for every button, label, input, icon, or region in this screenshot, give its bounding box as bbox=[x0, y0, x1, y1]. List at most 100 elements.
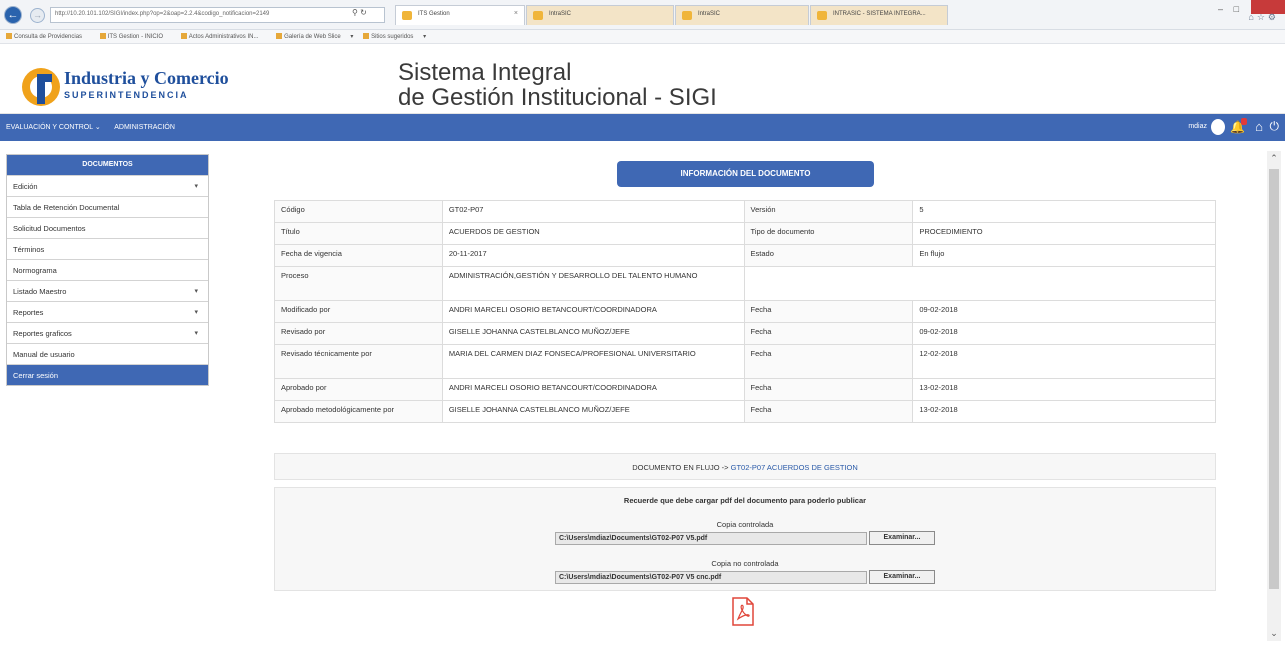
flow-status: DOCUMENTO EN FLUJO -> GT02-P07 ACUERDOS … bbox=[274, 453, 1216, 480]
tab-intrasic-1[interactable]: IntraSIC bbox=[526, 5, 674, 25]
field-value: ACUERDOS DE GESTION bbox=[441, 222, 745, 245]
document-info-button[interactable]: INFORMACIÓN DEL DOCUMENTO bbox=[617, 161, 874, 187]
field-value: 09-02-2018 bbox=[912, 322, 1216, 345]
close-icon[interactable]: × bbox=[514, 10, 518, 17]
favorite-item[interactable]: Actos Administrativos IN... bbox=[180, 33, 267, 40]
field-label: Revisado por bbox=[274, 322, 443, 345]
page-header: Industria y Comercio SUPERINTENDENCIA Si… bbox=[0, 44, 1285, 114]
field-label: Aprobado por bbox=[274, 378, 443, 401]
favorite-icon bbox=[99, 33, 106, 40]
sidebar-item-tabla-retencion[interactable]: Tabla de Retención Documental bbox=[7, 196, 208, 217]
upload-panel: Recuerde que debe cargar pdf del documen… bbox=[274, 487, 1216, 591]
field-value: 12-02-2018 bbox=[912, 344, 1216, 379]
tab-label: INTRASIC - SISTEMA INTEGRA... bbox=[833, 11, 926, 17]
power-icon[interactable]: ⏻ bbox=[1270, 119, 1280, 134]
table-row: Código GT02-P07 Versión 5 bbox=[274, 200, 1216, 223]
tab-its-gestion[interactable]: ITS Gestion × bbox=[395, 5, 525, 25]
sidebar-item-reportes[interactable]: Reportes ▾ bbox=[7, 301, 208, 322]
field-label: Fecha bbox=[743, 344, 914, 379]
username[interactable]: mdiaz bbox=[1188, 123, 1207, 130]
address-bar[interactable]: http://10.20.101.102/SIGI/index.php?op=2… bbox=[50, 7, 385, 23]
field-label: Tipo de documento bbox=[743, 222, 914, 245]
forward-button[interactable]: → bbox=[30, 8, 45, 23]
minimize-icon[interactable]: – bbox=[1218, 4, 1223, 14]
top-navbar: EVALUACIÓN Y CONTROL ⌄ ADMINISTRACIÓN md… bbox=[0, 114, 1285, 141]
sidebar-item-normograma[interactable]: Normograma bbox=[7, 259, 208, 280]
table-row: Aprobado metodológicamente por GISELLE JO… bbox=[274, 400, 1216, 423]
tab-intrasic-sistema[interactable]: INTRASIC - SISTEMA INTEGRA... bbox=[810, 5, 948, 25]
scroll-down-icon[interactable]: ⌄ bbox=[1267, 628, 1281, 639]
table-row: Modificado por ANDRI MARCELI OSORIO BETAN… bbox=[274, 300, 1216, 323]
favorite-icon bbox=[276, 33, 283, 40]
browser-titlebar: ← → http://10.20.101.102/SIGI/index.php?… bbox=[0, 0, 1285, 30]
pdf-icon[interactable] bbox=[731, 597, 755, 626]
field-label: Versión bbox=[743, 200, 914, 223]
tab-label: IntraSIC bbox=[549, 11, 572, 17]
main-menu: EVALUACIÓN Y CONTROL ⌄ ADMINISTRACIÓN bbox=[6, 123, 187, 131]
chevron-down-icon: ▾ bbox=[194, 288, 198, 295]
controlled-browse-button[interactable]: Examinar... bbox=[869, 531, 935, 545]
field-value: 13-02-2018 bbox=[912, 400, 1216, 423]
sidebar-item-solicitud-documentos[interactable]: Solicitud Documentos bbox=[7, 217, 208, 238]
field-label: Modificado por bbox=[274, 300, 443, 323]
field-value: GISELLE JOHANNA CASTELBLANCO MUÑOZ/JEFE bbox=[441, 400, 745, 423]
maximize-icon[interactable]: □ bbox=[1234, 4, 1239, 14]
uncontrolled-copy-file-input[interactable]: C:\Users\mdiaz\Documents\GT02-P07 V5 cnc… bbox=[555, 571, 867, 584]
page-scrollbar[interactable]: ⌃ ⌄ bbox=[1267, 151, 1281, 641]
favorite-item[interactable]: ITS Gestion - INICIO bbox=[99, 33, 171, 40]
sidebar-title: DOCUMENTOS bbox=[7, 155, 208, 175]
user-avatar-icon[interactable] bbox=[1211, 119, 1225, 135]
field-value: 5 bbox=[912, 200, 1216, 223]
tab-label: ITS Gestion bbox=[418, 11, 450, 17]
sidebar-item-reportes-graficos[interactable]: Reportes graficos ▾ bbox=[7, 322, 208, 343]
sidebar-item-manual-usuario[interactable]: Manual de usuario bbox=[7, 343, 208, 364]
flow-document-link[interactable]: GT02-P07 ACUERDOS DE GESTION bbox=[731, 463, 858, 472]
scroll-up-icon[interactable]: ⌃ bbox=[1267, 153, 1281, 164]
favorite-icon bbox=[363, 33, 370, 40]
table-row: Título ACUERDOS DE GESTION Tipo de documen… bbox=[274, 222, 1216, 245]
field-label: Fecha de vigencia bbox=[274, 244, 443, 267]
tab-favicon bbox=[682, 11, 692, 20]
sidebar-item-terminos[interactable]: Términos bbox=[7, 238, 208, 259]
tab-favicon bbox=[533, 11, 543, 20]
table-row: Proceso ADMINISTRACIÓN,GESTIÓN Y DESARROL… bbox=[274, 266, 1217, 301]
favorite-item[interactable]: Galería de Web Slice ▾ bbox=[276, 33, 353, 40]
field-value: GISELLE JOHANNA CASTELBLANCO MUÑOZ/JEFE bbox=[441, 322, 745, 345]
controlled-copy-label: Copia controlada bbox=[716, 520, 774, 529]
field-value: ADMINISTRACIÓN,GESTIÓN Y DESARROLLO DEL … bbox=[441, 266, 745, 301]
sic-logo-icon bbox=[22, 68, 60, 106]
tab-intrasic-2[interactable]: IntraSIC bbox=[675, 5, 809, 25]
menu-administracion[interactable]: ADMINISTRACIÓN bbox=[114, 124, 175, 131]
scrollbar-thumb[interactable] bbox=[1269, 169, 1279, 589]
favorite-icon bbox=[180, 33, 187, 40]
controlled-copy-file-input[interactable]: C:\Users\mdiaz\Documents\GT02-P07 V5.pdf bbox=[555, 532, 867, 545]
sidebar-item-listado-maestro[interactable]: Listado Maestro ▾ bbox=[7, 280, 208, 301]
search-refresh-icons[interactable]: ⚲ ↻ bbox=[352, 8, 367, 17]
favorite-item[interactable]: Consulta de Providencias bbox=[6, 33, 90, 40]
app-title: Sistema Integral de Gestión Instituciona… bbox=[398, 60, 717, 110]
table-row: Revisado por GISELLE JOHANNA CASTELBLANCO… bbox=[274, 322, 1216, 345]
chevron-down-icon: ▾ bbox=[194, 309, 198, 316]
menu-evaluacion-control[interactable]: EVALUACIÓN Y CONTROL ⌄ bbox=[6, 124, 101, 131]
table-row: Revisado técnicamente por MARIA DEL CARME… bbox=[274, 344, 1216, 379]
uncontrolled-browse-button[interactable]: Examinar... bbox=[869, 570, 935, 584]
uncontrolled-copy-label: Copia no controlada bbox=[711, 559, 779, 568]
favorite-item[interactable]: Sitios sugeridos ▾ bbox=[363, 33, 426, 40]
app-title-line1: Sistema Integral bbox=[398, 59, 572, 86]
sidebar: DOCUMENTOS Edición ▾ Tabla de Retención D… bbox=[6, 154, 209, 386]
home-icon[interactable]: ⌂ bbox=[1255, 119, 1263, 134]
table-row: Fecha de vigencia 20-11-2017 Estado En fluj… bbox=[274, 244, 1216, 267]
home-star-gear-icons[interactable]: ⌂☆⚙ bbox=[1248, 12, 1279, 23]
field-label: Estado bbox=[743, 244, 914, 267]
sidebar-item-cerrar-sesion[interactable]: Cerrar sesión bbox=[7, 364, 208, 385]
favorite-icon bbox=[6, 33, 12, 40]
back-button[interactable]: ← bbox=[4, 6, 22, 24]
flow-prefix: DOCUMENTO EN FLUJO -> bbox=[632, 463, 731, 472]
tab-favicon bbox=[817, 11, 827, 20]
field-value: En flujo bbox=[912, 244, 1216, 267]
field-value: 13-02-2018 bbox=[912, 378, 1216, 401]
chevron-down-icon: ▾ bbox=[194, 330, 198, 337]
field-value: MARIA DEL CARMEN DIAZ FONSECA/PROFESIONA… bbox=[441, 344, 745, 379]
sidebar-item-edicion[interactable]: Edición ▾ bbox=[7, 175, 208, 196]
chevron-down-icon: ▾ bbox=[194, 183, 198, 190]
